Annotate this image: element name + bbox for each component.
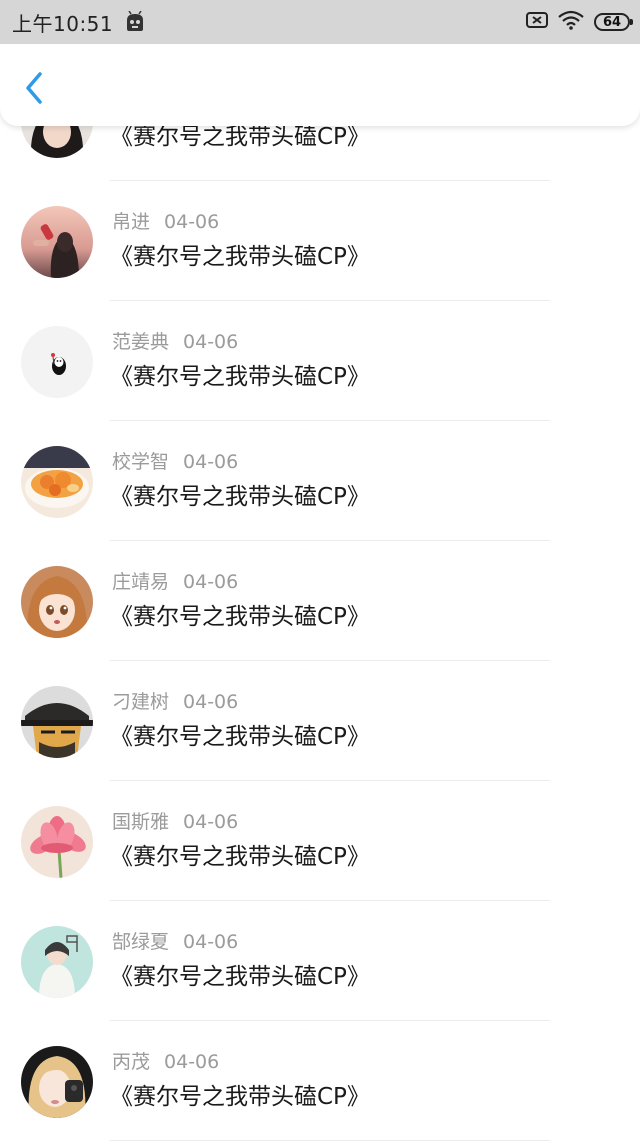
- author-name[interactable]: 郜绿夏: [112, 931, 169, 953]
- book-title[interactable]: 《赛尔号之我带头磕CP》: [110, 597, 370, 631]
- avatar[interactable]: [21, 446, 93, 518]
- post-meta: 庄靖易 04-06: [112, 567, 238, 594]
- back-button[interactable]: [16, 70, 52, 106]
- book-title[interactable]: 《赛尔号之我带头磕CP》: [110, 1077, 370, 1111]
- wifi-icon: [558, 10, 584, 34]
- avatar[interactable]: [21, 1046, 93, 1118]
- status-left: 上午10:51: [12, 8, 147, 37]
- post-date: 04-06: [183, 331, 239, 353]
- post-date: 04-06: [164, 1051, 220, 1073]
- post-meta: 郜绿夏 04-06: [112, 927, 238, 954]
- post-date: 04-06: [183, 931, 239, 953]
- avatar[interactable]: [21, 206, 93, 278]
- top-nav-bar: [0, 44, 640, 126]
- post-date: 04-06: [183, 571, 239, 593]
- post-meta: 刁建树 04-06: [112, 687, 238, 714]
- avatar[interactable]: [21, 806, 93, 878]
- list-item[interactable]: 帛进 04-06 《赛尔号之我带头磕CP》: [0, 181, 640, 301]
- avatar[interactable]: [21, 326, 93, 398]
- book-title[interactable]: 《赛尔号之我带头磕CP》: [110, 237, 370, 271]
- post-meta: 帛进 04-06: [112, 207, 219, 234]
- post-date: 04-06: [183, 451, 239, 473]
- list-item[interactable]: 丙茂 04-06 《赛尔号之我带头磕CP》: [0, 1021, 640, 1141]
- battery-indicator: 64: [594, 13, 633, 31]
- book-title[interactable]: 《赛尔号之我带头磕CP》: [110, 477, 370, 511]
- list-item[interactable]: 郜绿夏 04-06 《赛尔号之我带头磕CP》: [0, 901, 640, 1021]
- post-date: 04-06: [183, 691, 239, 713]
- post-meta: 校学智 04-06: [112, 447, 238, 474]
- author-name[interactable]: 庄靖易: [112, 571, 169, 593]
- list-item[interactable]: 校学智 04-06 《赛尔号之我带头磕CP》: [0, 421, 640, 541]
- status-right: 64: [516, 10, 633, 34]
- book-title[interactable]: 《赛尔号之我带头磕CP》: [110, 357, 370, 391]
- book-title[interactable]: 《赛尔号之我带头磕CP》: [110, 957, 370, 991]
- list-item[interactable]: 庄靖易 04-06 《赛尔号之我带头磕CP》: [0, 541, 640, 661]
- author-name[interactable]: 范姜典: [112, 331, 169, 353]
- status-bar: 上午10:51 64: [0, 0, 640, 44]
- author-name[interactable]: 刁建树: [112, 691, 169, 713]
- chevron-left-icon: [26, 72, 42, 104]
- post-date: 04-06: [164, 211, 220, 233]
- list-item[interactable]: 刁建树 04-06 《赛尔号之我带头磕CP》: [0, 661, 640, 781]
- author-name[interactable]: 帛进: [112, 211, 150, 233]
- no-sim-icon: [526, 11, 548, 33]
- post-meta: 国斯雅 04-06: [112, 807, 238, 834]
- avatar[interactable]: [21, 566, 93, 638]
- avatar[interactable]: [21, 926, 93, 998]
- list-item[interactable]: 国斯雅 04-06 《赛尔号之我带头磕CP》: [0, 781, 640, 901]
- book-title[interactable]: 《赛尔号之我带头磕CP》: [110, 837, 370, 871]
- book-title[interactable]: 《赛尔号之我带头磕CP》: [110, 717, 370, 751]
- robot-notification-icon: [123, 10, 147, 33]
- post-date: 04-06: [183, 811, 239, 833]
- status-time: 上午10:51: [12, 11, 114, 36]
- avatar[interactable]: [21, 686, 93, 758]
- post-meta: 范姜典 04-06: [112, 327, 238, 354]
- author-name[interactable]: 丙茂: [112, 1051, 150, 1073]
- list-item[interactable]: 范姜典 04-06 《赛尔号之我带头磕CP》: [0, 301, 640, 421]
- author-name[interactable]: 国斯雅: [112, 811, 169, 833]
- post-meta: 丙茂 04-06: [112, 1047, 219, 1074]
- author-name[interactable]: 校学智: [112, 451, 169, 473]
